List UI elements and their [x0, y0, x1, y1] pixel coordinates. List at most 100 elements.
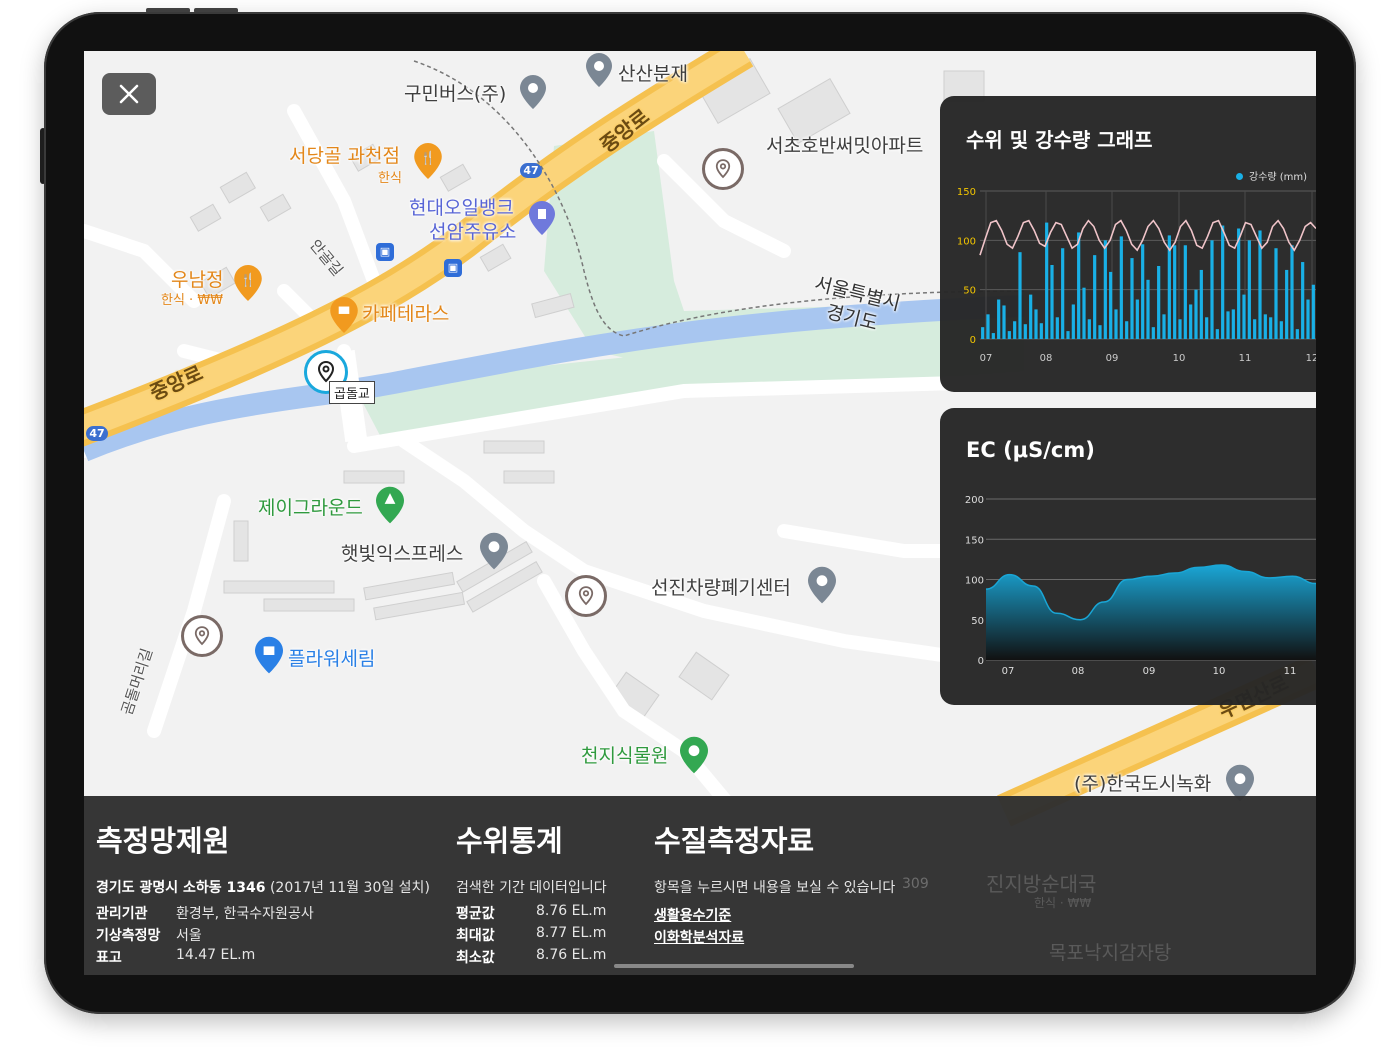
restaurant-pin-icon[interactable]: 🍴: [414, 143, 442, 183]
y-tick-label: 100: [965, 576, 984, 587]
rain-bar: [1029, 294, 1033, 339]
rain-bar: [1263, 314, 1267, 339]
shop-pin-icon[interactable]: [255, 635, 283, 679]
rain-bar: [1199, 269, 1203, 339]
park-pin-icon[interactable]: [376, 485, 404, 529]
rain-bar: [1279, 321, 1283, 339]
quality-link[interactable]: 이화학분석자료: [654, 927, 744, 947]
bottom-info-panel: 309 진지방순대국 한식 · ₩₩ 목포낙지감자탕 측정망제원 경기도 광명시…: [84, 796, 1316, 975]
poi-label[interactable]: 제이그라운드: [258, 493, 363, 520]
ec-panel: EC (μS/cm) 0 50 100 150 200 07 08 09 10 11: [940, 408, 1316, 705]
rain-bar: [1013, 321, 1017, 339]
poi-pin-icon[interactable]: [480, 531, 508, 575]
cafe-pin-icon[interactable]: [330, 297, 358, 337]
rain-bar: [1215, 329, 1219, 339]
poi-label[interactable]: 선암주유소: [429, 217, 516, 244]
rain-bar: [1061, 248, 1065, 339]
location-pin-icon: [578, 586, 594, 606]
rain-bar: [1226, 311, 1230, 339]
station-marker[interactable]: [181, 615, 223, 657]
poi-pin-icon[interactable]: [586, 53, 612, 91]
tablet-frame: 구민버스(주) 산산분재 서당골 과천점 한식 🍴 현대오일뱅크 선암주유소 서…: [44, 12, 1356, 1014]
network-title: 측정망제원: [96, 824, 230, 858]
poi-label[interactable]: 서초호반써밋아파트: [766, 131, 923, 158]
svg-text:🍴: 🍴: [240, 272, 256, 288]
poi-label[interactable]: 카페테라스: [362, 299, 449, 326]
y-tick-label: 100: [957, 236, 976, 247]
location-pin-icon: [194, 626, 210, 646]
rain-bar: [981, 327, 985, 339]
poi-pin-icon[interactable]: [808, 565, 836, 609]
rain-bar: [1119, 236, 1123, 339]
poi-label[interactable]: 햇빛익스프레스: [341, 539, 463, 566]
rain-bar: [1023, 324, 1027, 339]
rain-bar: [1285, 269, 1289, 339]
poi-label[interactable]: 서당골 과천점: [289, 141, 400, 168]
home-indicator[interactable]: [614, 964, 854, 968]
rain-bar: [1306, 299, 1310, 339]
x-tick-label: 11: [1284, 666, 1297, 677]
restaurant-pin-icon[interactable]: 🍴: [234, 265, 262, 305]
poi-pin-icon[interactable]: [520, 75, 546, 113]
rain-bar: [1007, 331, 1011, 339]
x-tick-label: 09: [1143, 666, 1156, 677]
water-rain-chart: 0 50 100 150 07 08 09 10 11 12: [957, 187, 1316, 364]
x-tick-label: 11: [1239, 353, 1252, 364]
y-tick-label: 0: [978, 656, 984, 667]
rain-bar: [1162, 314, 1166, 339]
rain-bar: [1103, 240, 1107, 339]
rain-bar: [1237, 228, 1241, 339]
rain-bar: [1221, 225, 1225, 339]
bridge-label: 곱돌교: [329, 381, 375, 404]
station-marker[interactable]: [565, 575, 607, 617]
x-tick-label: 08: [1072, 666, 1085, 677]
close-icon: [119, 84, 139, 104]
quality-title: 수질측정자료: [654, 824, 815, 858]
rain-bar: [1039, 323, 1043, 339]
poi-label[interactable]: 선진차량폐기센터: [651, 573, 791, 600]
rain-bar: [1141, 244, 1145, 339]
rain-bar: [1146, 279, 1150, 339]
y-tick-label: 150: [965, 535, 984, 546]
y-tick-label: 0: [970, 335, 976, 346]
garden-pin-icon[interactable]: [680, 735, 708, 779]
poi-label[interactable]: (주)한국도시녹화: [1074, 769, 1211, 796]
close-button[interactable]: [102, 73, 156, 115]
rain-bar: [1269, 317, 1273, 339]
rain-bar: [1087, 319, 1091, 339]
location-pin-icon: [317, 361, 335, 383]
background-map-text: 진지방순대국: [986, 872, 1097, 896]
rain-bar: [991, 333, 995, 339]
poi-label[interactable]: 우남정: [171, 265, 223, 292]
poi-label[interactable]: 플라워세림: [288, 644, 375, 671]
screen: 구민버스(주) 산산분재 서당골 과천점 한식 🍴 현대오일뱅크 선암주유소 서…: [84, 51, 1316, 975]
rain-bar: [1093, 255, 1097, 339]
gas-station-pin-icon[interactable]: [529, 201, 555, 239]
rain-bar: [1135, 299, 1139, 339]
rain-bar: [1114, 309, 1118, 339]
water-level-line: [979, 219, 1316, 256]
background-map-text: 목포낙지감자탕: [1049, 942, 1172, 964]
poi-sublabel: 한식 · ₩₩: [161, 293, 224, 308]
rain-bar: [1183, 245, 1187, 339]
stat-value: 8.76 EL.m: [536, 947, 607, 963]
rain-bar: [1274, 248, 1278, 339]
poi-label[interactable]: 구민버스(주): [404, 79, 506, 106]
station-marker[interactable]: [702, 148, 744, 190]
bus-stop-icon[interactable]: ▣: [376, 243, 394, 261]
poi-label[interactable]: 천지식물원: [581, 741, 668, 768]
bus-stop-icon[interactable]: ▣: [444, 259, 462, 277]
rain-bar: [1194, 289, 1198, 339]
quality-desc: 항목을 누르시면 내용을 보실 수 있습니다: [654, 880, 896, 896]
rain-bar: [1178, 319, 1182, 339]
info-value: 14.47 EL.m: [176, 947, 256, 963]
rain-bar: [1018, 252, 1022, 339]
x-tick-label: 07: [980, 353, 993, 364]
rain-bar: [1242, 294, 1246, 339]
x-tick-label: 09: [1106, 353, 1119, 364]
poi-label[interactable]: 산산분재: [618, 59, 688, 86]
x-tick-label: 10: [1213, 666, 1226, 677]
rain-bar: [1157, 265, 1161, 339]
poi-label[interactable]: 현대오일뱅크: [409, 193, 514, 220]
quality-link[interactable]: 생활용수기준: [654, 905, 731, 925]
